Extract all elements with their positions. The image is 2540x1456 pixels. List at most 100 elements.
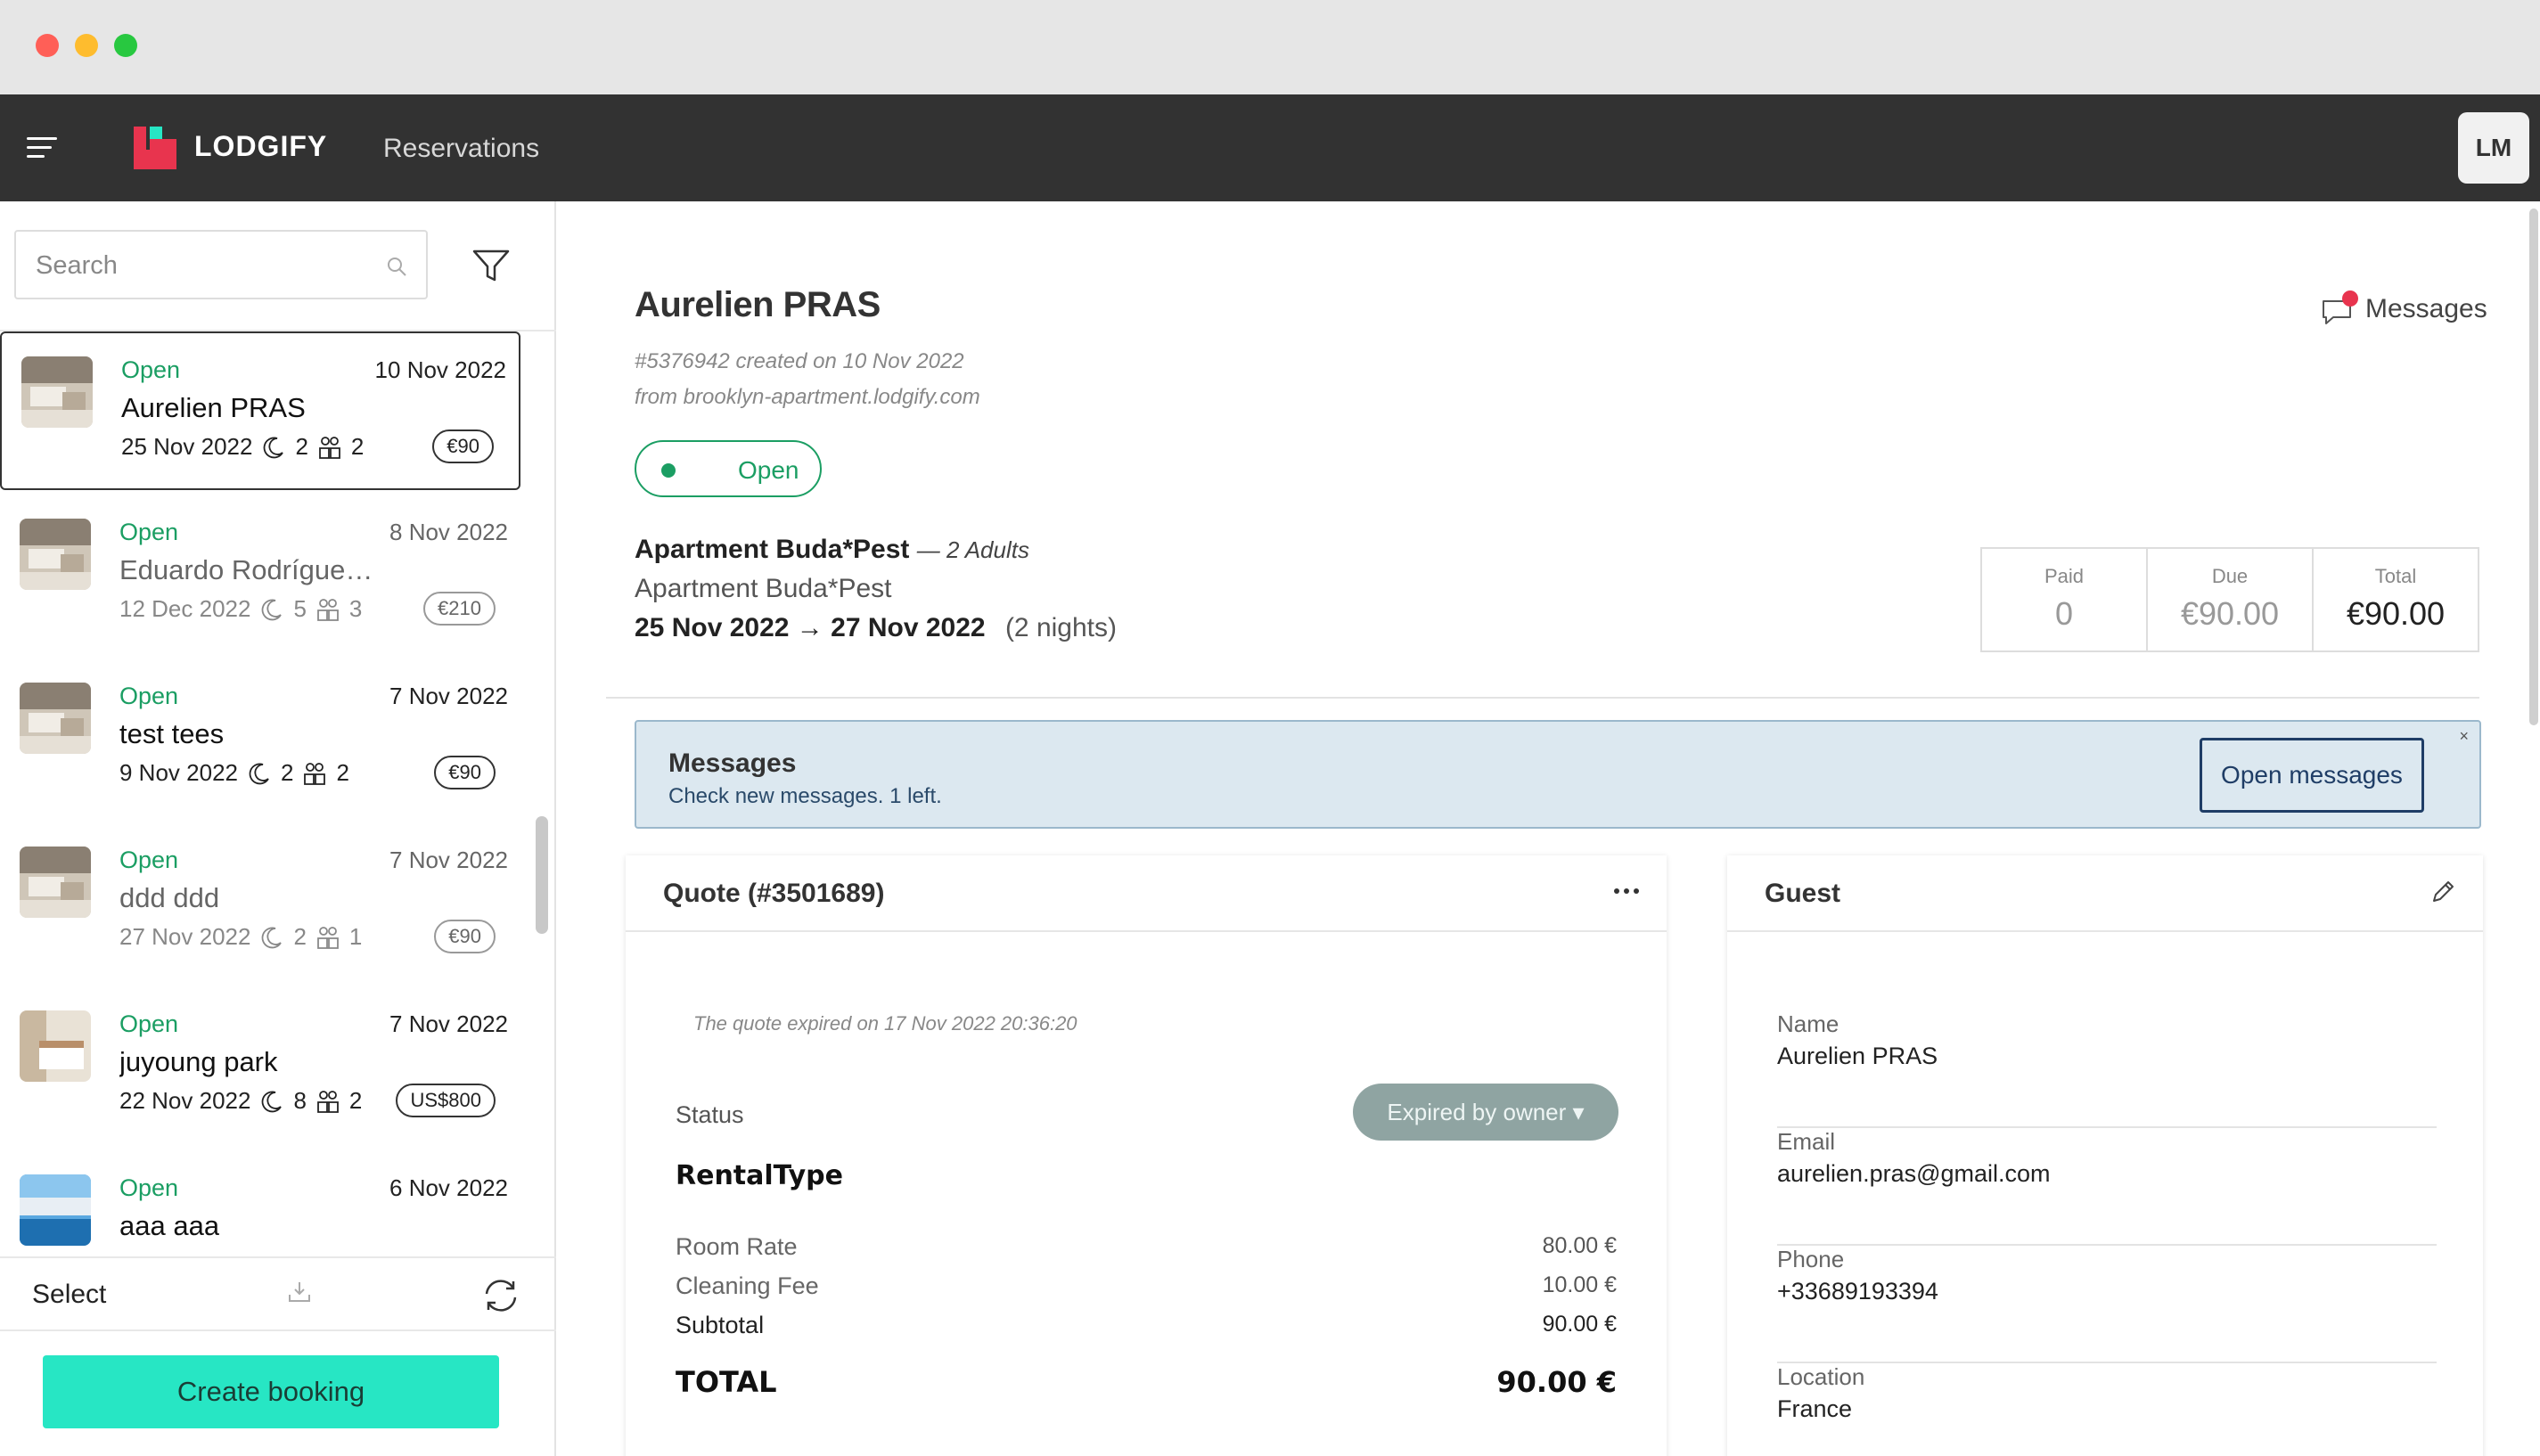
nights-count: 8 <box>293 1087 307 1114</box>
property-thumbnail <box>20 683 91 754</box>
paid-cell: Paid 0 <box>1982 549 2148 650</box>
reservation-list-item[interactable]: Open 7 Nov 2022 ddd ddd 27 Nov 2022 2 1 €90 <box>0 823 520 982</box>
nights-count: 2 <box>280 759 294 786</box>
property-thumbnail <box>20 1010 91 1082</box>
close-icon[interactable]: × <box>2459 727 2469 746</box>
reservation-detail: Aurelien PRAS #5376942 created on 10 Nov… <box>558 201 2540 1456</box>
reservation-status: Open <box>119 519 179 545</box>
open-messages-button[interactable]: Open messages <box>2200 738 2424 813</box>
quote-status-dropdown[interactable]: Expired by owner ▾ <box>1353 1084 1618 1141</box>
moon-icon <box>259 1089 284 1114</box>
quote-status-label: Status <box>676 1101 744 1128</box>
price-badge: €210 <box>423 592 496 626</box>
download-icon[interactable] <box>287 1280 312 1305</box>
property-thumbnail <box>21 356 93 428</box>
price-badge: €90 <box>434 756 496 789</box>
price-badge: €90 <box>432 429 494 463</box>
checkin-date: 9 Nov 2022 <box>119 759 238 786</box>
menu-icon[interactable] <box>27 137 57 159</box>
quote-row-label: Cleaning Fee <box>676 1272 819 1299</box>
total-cell: Total €90.00 <box>2314 549 2478 650</box>
property-subtitle: Apartment Buda*Pest <box>635 574 892 603</box>
nights-count: 2 <box>293 923 307 950</box>
reservation-meta: 9 Nov 2022 2 2 <box>119 759 349 787</box>
quote-total-row: TOTAL 90.00 € <box>676 1365 1617 1399</box>
reservation-list-item[interactable]: Open 7 Nov 2022 test tees 9 Nov 2022 2 2 €90 <box>0 659 520 818</box>
reservation-list-item[interactable]: Open 7 Nov 2022 juyoung park 22 Nov 2022 8 2 U… <box>0 987 520 1146</box>
sync-icon[interactable] <box>479 1276 522 1315</box>
due-label: Due <box>2211 565 2249 587</box>
status-label: Open <box>738 456 799 484</box>
reservations-sidebar: Open10 Nov 2022Aurelien PRAS25 Nov 20222… <box>0 201 556 1456</box>
guest-field-value: Aurelien PRAS <box>1777 1043 1938 1069</box>
reservation-guest-name: test tees <box>119 718 225 749</box>
create-booking-button[interactable]: Create booking <box>43 1355 499 1428</box>
more-options-icon[interactable] <box>1613 888 1640 895</box>
guest-title: Guest <box>1765 879 1841 908</box>
quote-row-cleaning-fee: Cleaning Fee 10.00 € <box>676 1272 1617 1300</box>
guest-card-header: Guest <box>1727 855 2483 932</box>
search-icon[interactable] <box>385 255 408 278</box>
nights-count: 5 <box>293 595 307 622</box>
reservation-guest-name: Aurelien PRAS <box>121 392 306 423</box>
quote-row-label: Room Rate <box>676 1233 798 1260</box>
guest-field-label: Email <box>1777 1128 1836 1155</box>
reservation-list: Open 10 Nov 2022 Aurelien PRAS 25 Nov 2022 2… <box>0 330 556 1256</box>
quote-expired-note: The quote expired on 17 Nov 2022 20:36:2… <box>693 1012 1077 1035</box>
reservation-guest-name: Eduardo Rodrígue… <box>119 554 373 585</box>
guests-icon <box>315 1089 340 1114</box>
guests-count: 3 <box>348 595 363 622</box>
guests-count: 2 <box>350 433 365 460</box>
window-close-button[interactable] <box>36 34 59 57</box>
main-scrollbar[interactable] <box>2529 209 2538 725</box>
status-dropdown[interactable]: Open <box>635 440 822 497</box>
reservation-meta: 12 Dec 2022 5 3 <box>119 595 362 623</box>
reservation-list-item[interactable]: Open 6 Nov 2022 aaa aaa <box>0 1151 520 1256</box>
window-maximize-button[interactable] <box>114 34 137 57</box>
quote-card-header: Quote (#3501689) <box>626 855 1667 932</box>
filter-icon[interactable] <box>471 248 512 283</box>
nights-count: (2 nights) <box>1004 613 1117 642</box>
reservation-list-item[interactable]: Open 8 Nov 2022 Eduardo Rodrígue… 12 Dec 20… <box>0 495 520 654</box>
search-input[interactable] <box>36 248 356 283</box>
reservation-created-date: 6 Nov 2022 <box>389 1174 508 1201</box>
stay-dates: 25 Nov 2022 → 27 Nov 2022 (2 nights) <box>635 613 1117 643</box>
moon-icon <box>259 597 284 622</box>
edit-pencil-icon[interactable] <box>2429 879 2456 905</box>
guest-name-field: Name Aurelien PRAS <box>1777 1010 2437 1128</box>
user-avatar[interactable]: LM <box>2458 112 2529 184</box>
guest-field-label: Phone <box>1777 1246 1845 1272</box>
guest-field-value[interactable]: aurelien.pras@gmail.com <box>1777 1160 2051 1188</box>
reservation-created-date: 7 Nov 2022 <box>389 683 508 709</box>
window-titlebar <box>0 0 2540 94</box>
guests-summary: — 2 Adults <box>916 536 1029 563</box>
top-navigation: LODGIFY Reservations LM <box>0 94 2540 201</box>
total-value: €90.00 <box>2346 595 2446 632</box>
moon-icon <box>247 761 272 786</box>
guest-field-label: Location <box>1777 1363 1865 1390</box>
checkin-date: 22 Nov 2022 <box>119 1087 251 1114</box>
guests-count: 2 <box>336 759 349 786</box>
messages-link[interactable]: Messages <box>2321 285 2487 330</box>
checkin-date: 25 Nov 2022 <box>121 433 253 460</box>
reservation-guest-name: aaa aaa <box>119 1210 220 1241</box>
paid-label: Paid <box>2044 565 2085 587</box>
window-minimize-button[interactable] <box>75 34 98 57</box>
moon-icon <box>259 925 284 950</box>
reservation-list-item[interactable]: Open 10 Nov 2022 Aurelien PRAS 25 Nov 2022 2… <box>0 331 520 490</box>
reservation-meta: 27 Nov 2022 2 1 <box>119 923 362 951</box>
quote-row-room-rate: Room Rate 80.00 € <box>676 1233 1617 1261</box>
list-scrollbar[interactable] <box>536 816 548 934</box>
select-button[interactable]: Select <box>32 1280 106 1310</box>
guest-field-label: Name <box>1777 1010 1839 1037</box>
guests-count: 1 <box>348 923 363 950</box>
guest-field-value[interactable]: +33689193394 <box>1777 1278 1938 1305</box>
quote-total-label: TOTAL <box>676 1365 777 1399</box>
guest-field-value: France <box>1777 1395 1853 1422</box>
page-title: Reservations <box>383 134 540 163</box>
reservation-created-date: 7 Nov 2022 <box>389 1010 508 1037</box>
price-badge: €90 <box>434 920 496 953</box>
list-toolbar: Select <box>0 1256 556 1331</box>
logo-text[interactable]: LODGIFY <box>194 130 327 163</box>
guest-card: Guest Name Aurelien PRAS Email aurelien.… <box>1727 855 2483 1456</box>
